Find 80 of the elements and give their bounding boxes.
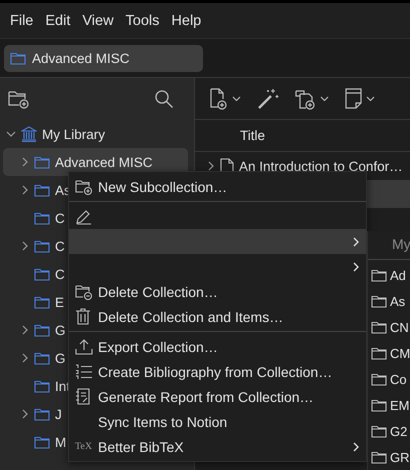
folder-icon [34,351,50,365]
collection-label[interactable]: C [55,210,65,226]
folder-icon [34,211,50,225]
trash-icon [75,308,91,325]
caret-icon[interactable] [366,96,375,102]
folder-icon [371,268,387,282]
collection-label[interactable]: G [55,350,66,366]
folder-icon [10,51,26,65]
chevron-icon[interactable] [21,241,29,251]
menu-item[interactable]: View [82,12,114,28]
menu-item[interactable]: Create Bibliography from Collection… [69,359,366,384]
caret-icon[interactable] [320,96,329,102]
folder-icon [34,155,50,169]
tex-icon: TeX [75,441,92,452]
library-label[interactable]: My Library [42,126,106,142]
new-item-icon[interactable] [209,88,229,110]
folder-icon [371,346,387,360]
submenu-item[interactable]: GR [368,444,410,470]
menu-item[interactable]: File [10,12,34,28]
submenu-item[interactable]: CN [368,314,410,340]
item-title[interactable]: An Introduction to Confor… [239,158,403,174]
chevron-icon[interactable] [6,130,16,138]
menu-item[interactable]: Tools [126,12,160,28]
menu-item[interactable]: Delete Collection… [69,279,366,304]
collection-label[interactable]: E [55,294,64,310]
magic-wand-icon[interactable] [257,88,279,110]
numbered-list-icon [75,364,93,380]
menu-item[interactable]: Help [171,12,202,28]
collection-label[interactable]: C [55,266,65,282]
folder-plus-icon [75,178,93,194]
folder-icon [371,372,387,386]
upload-icon [75,338,93,354]
search-icon[interactable] [154,89,174,109]
collection-label[interactable]: G [55,322,66,338]
add-attachment-icon[interactable] [295,88,317,110]
folder-icon [371,294,387,308]
folder-icon [34,407,50,421]
submenu-item[interactable]: EM [368,392,410,418]
report-icon [75,388,91,405]
caret-icon[interactable] [232,96,241,102]
folder-icon [371,450,387,464]
submenu-item[interactable]: Ad [368,262,410,288]
chevron-icon[interactable] [21,185,29,195]
menu-item[interactable]: New Subcollection… [69,174,366,199]
folder-icon [371,320,387,334]
folder-icon [371,424,387,438]
collection-label[interactable]: M [55,434,66,450]
pencil-icon [75,208,93,224]
menu-item[interactable]: Delete Collection and Items… [69,304,366,329]
collection-label[interactable]: Advanced MISC [55,154,153,170]
folder-icon [34,295,50,309]
chevron-icon[interactable] [21,325,29,335]
menu-item[interactable]: Sync Items to Notion [69,409,366,434]
folder-icon [34,239,50,253]
folder-icon [34,323,50,337]
note-icon[interactable] [345,88,363,110]
chevron-icon[interactable] [207,161,215,171]
folder-icon [371,398,387,412]
menu-item[interactable]: Export Collection… [69,334,366,359]
folder-icon [34,435,50,449]
submenu-item[interactable]: As [368,288,410,314]
chevron-icon[interactable] [21,353,29,363]
folder-icon [34,379,50,393]
folder-icon [34,267,50,281]
submenu-item[interactable]: CM [368,340,410,366]
collection-label[interactable]: C [55,238,65,254]
folder-minus-icon [75,284,93,300]
folder-icon [34,183,50,197]
menu-item[interactable]: Edit [45,12,70,28]
menu-item[interactable]: TeX Better BibTeX [69,434,366,459]
new-collection-icon[interactable] [8,89,30,109]
tab[interactable]: Advanced MISC [4,44,203,72]
submenu-item[interactable]: G2 [368,418,410,444]
chevron-icon[interactable] [21,157,29,167]
collection-label[interactable]: J [55,406,62,422]
column-header[interactable]: Title [240,128,266,143]
menu-item[interactable]: Generate Report from Collection… [69,384,366,409]
library-icon [21,126,37,142]
chevron-icon[interactable] [21,409,29,419]
submenu-item[interactable]: Co [368,366,410,392]
